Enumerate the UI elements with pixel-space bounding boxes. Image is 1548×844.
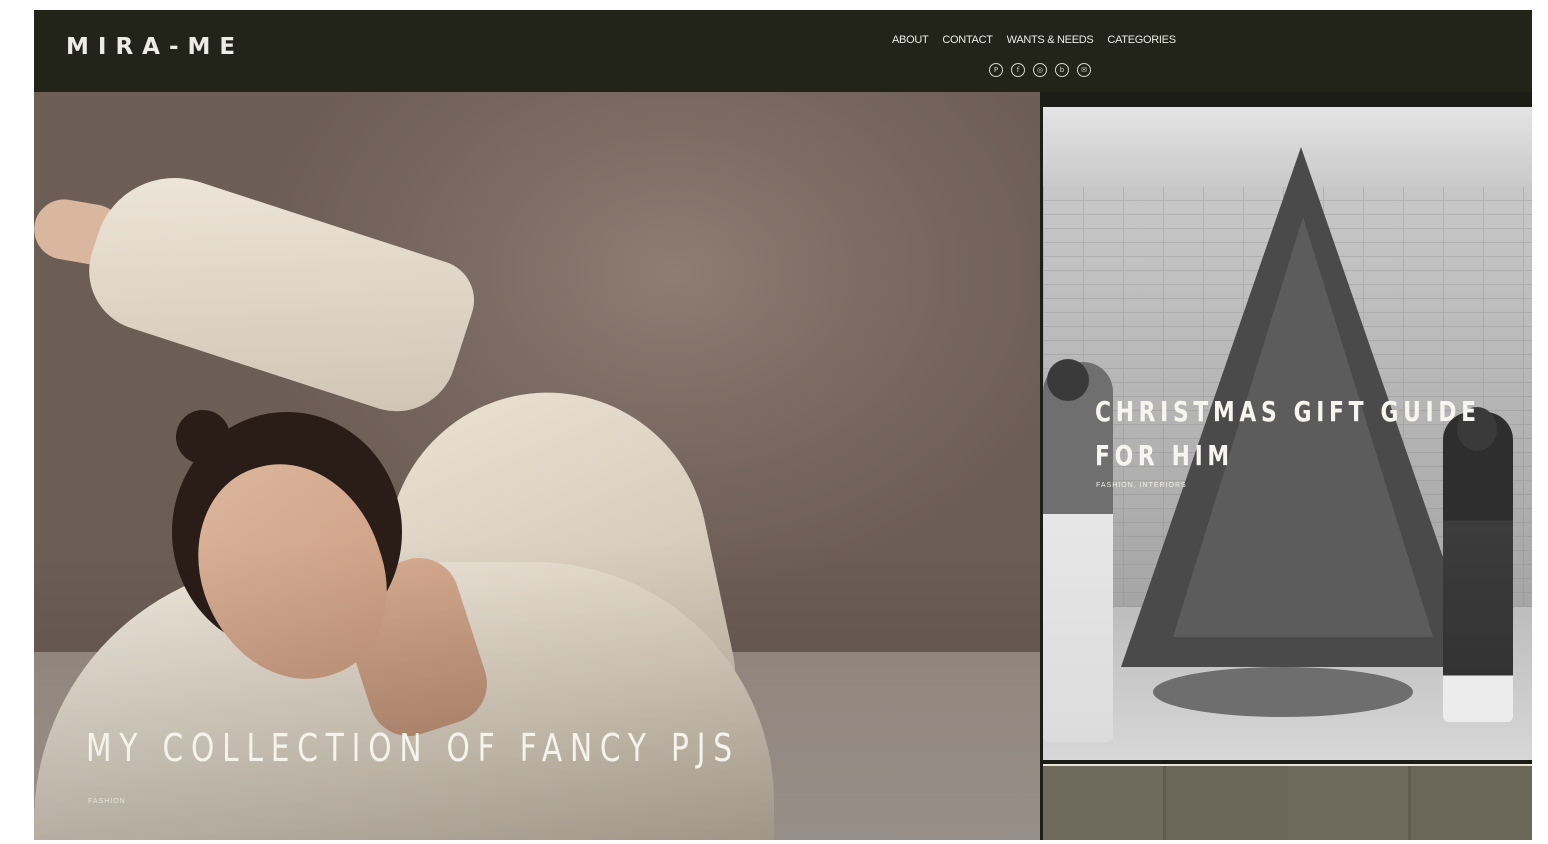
- main-nav: ABOUT CONTACT WANTS & NEEDS CATEGORIES: [892, 34, 1176, 46]
- instagram-icon[interactable]: ◎: [1033, 63, 1047, 77]
- site-header: MIRA-ME ABOUT CONTACT WANTS & NEEDS CATE…: [34, 10, 1532, 92]
- social-links: P f ◎ b ✉: [989, 63, 1091, 77]
- post-category[interactable]: FASHION, INTERIORS: [1096, 482, 1187, 489]
- nav-categories[interactable]: CATEGORIES: [1107, 34, 1176, 46]
- featured-post-pjs[interactable]: MY COLLECTION OF FANCY PJS FASHION: [34, 92, 1040, 840]
- nav-contact[interactable]: CONTACT: [942, 34, 993, 46]
- post-title[interactable]: CHRISTMAS GIFT GUIDE FOR HIM: [1095, 390, 1481, 478]
- nav-about[interactable]: ABOUT: [892, 34, 929, 46]
- post-title-line-1: CHRISTMAS GIFT GUIDE: [1095, 395, 1481, 428]
- side-posts: CHRISTMAS GIFT GUIDE FOR HIM FASHION, IN…: [1040, 92, 1532, 840]
- facebook-icon[interactable]: f: [1011, 63, 1025, 77]
- nav-wants-needs[interactable]: WANTS & NEEDS: [1007, 34, 1094, 46]
- pinterest-icon[interactable]: P: [989, 63, 1003, 77]
- site-logo[interactable]: MIRA-ME: [66, 34, 244, 60]
- bloglovin-icon[interactable]: b: [1055, 63, 1069, 77]
- email-icon[interactable]: ✉: [1077, 63, 1091, 77]
- page-frame: MIRA-ME ABOUT CONTACT WANTS & NEEDS CATE…: [34, 10, 1532, 840]
- post-title-line-2: FOR HIM: [1095, 439, 1234, 472]
- next-post-thumbnail[interactable]: [1043, 764, 1532, 840]
- post-category[interactable]: FASHION: [88, 798, 126, 805]
- featured-post-gift-guide[interactable]: CHRISTMAS GIFT GUIDE FOR HIM FASHION, IN…: [1043, 107, 1532, 760]
- post-title[interactable]: MY COLLECTION OF FANCY PJS: [86, 726, 740, 770]
